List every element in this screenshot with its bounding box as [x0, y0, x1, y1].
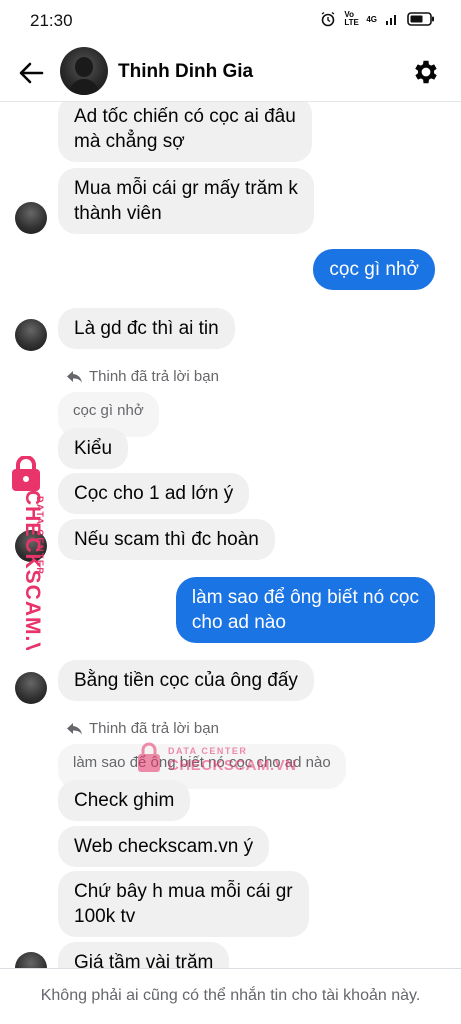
reply-icon — [67, 371, 82, 383]
sender-avatar[interactable] — [15, 319, 47, 351]
reply-icon — [67, 723, 82, 735]
watermark-logo: CHECKSCAM.VN DATA CENTER — [4, 456, 50, 650]
reply-indicator: Thinh đã trả lời bạn — [66, 368, 219, 385]
signal-icon — [386, 15, 396, 25]
contact-name[interactable]: Thinh Dinh Gia — [118, 61, 253, 83]
conversation-header: Thinh Dinh Gia — [0, 40, 461, 102]
sender-avatar[interactable] — [15, 952, 47, 968]
footer-notice: Không phải ai cũng có thể nhắn tin cho t… — [40, 987, 421, 1004]
status-bar: 21:30 Vo LTE 4G — [0, 0, 461, 40]
incoming-message[interactable]: Ad tốc chiến có cọc ai đâu mà chẳng sợ — [58, 102, 312, 162]
watermark-subtitle: DATA CENTER — [35, 496, 45, 575]
message-list[interactable]: Ad tốc chiến có cọc ai đâu mà chẳng sợ M… — [0, 102, 461, 968]
contact-avatar[interactable] — [60, 47, 108, 95]
sender-avatar[interactable] — [15, 202, 47, 234]
messaging-restricted-footer: Không phải ai cũng có thể nhắn tin cho t… — [0, 968, 461, 1024]
watermark-text: CHECKSCAM.VN DATA CENTER — [21, 490, 45, 650]
watermark-center-brand: CHECKSCAM.VN — [168, 757, 297, 774]
back-arrow-icon[interactable] — [16, 58, 46, 88]
outgoing-message[interactable]: cọc gì nhở — [313, 249, 435, 290]
reply-label-text: Thinh đã trả lời bạn — [89, 720, 219, 737]
incoming-message[interactable]: Nếu scam thì đc hoàn — [58, 519, 275, 560]
lock-icon — [138, 742, 160, 772]
incoming-message[interactable]: Cọc cho 1 ad lớn ý — [58, 473, 250, 514]
signal-4g-label: 4G — [366, 14, 377, 24]
sender-avatar[interactable] — [15, 672, 47, 704]
incoming-message[interactable]: Web checkscam.vn ý — [58, 826, 270, 867]
status-icons: Vo LTE 4G — [320, 11, 435, 27]
lock-icon — [12, 456, 40, 491]
incoming-message[interactable]: Chứ bây h mua mỗi cái gr 100k tv — [58, 871, 309, 937]
incoming-message[interactable]: Là gd đc thì ai tin — [58, 308, 235, 349]
watermark-center: DATA CENTER CHECKSCAM.VN — [134, 740, 297, 780]
incoming-message[interactable]: Giá tầm vài trăm — [58, 942, 230, 968]
reply-indicator: Thinh đã trả lời bạn — [66, 720, 219, 737]
outgoing-message[interactable]: làm sao để ông biết nó cọc cho ad nào — [175, 577, 435, 643]
battery-icon — [407, 12, 434, 26]
incoming-message[interactable]: Kiểu — [58, 428, 129, 469]
incoming-message[interactable]: Bằng tiền cọc của ông đấy — [58, 660, 314, 701]
incoming-message[interactable]: Check ghim — [58, 780, 191, 821]
watermark-center-subtitle: DATA CENTER — [168, 746, 248, 756]
status-time: 21:30 — [30, 11, 73, 30]
incoming-message[interactable]: Mua mỗi cái gr mấy trăm k thành viên — [58, 168, 314, 234]
gear-icon[interactable] — [411, 57, 441, 87]
reply-label-text: Thinh đã trả lời bạn — [89, 368, 219, 385]
volte-label: Vo LTE — [344, 10, 359, 27]
alarm-icon — [321, 11, 335, 27]
